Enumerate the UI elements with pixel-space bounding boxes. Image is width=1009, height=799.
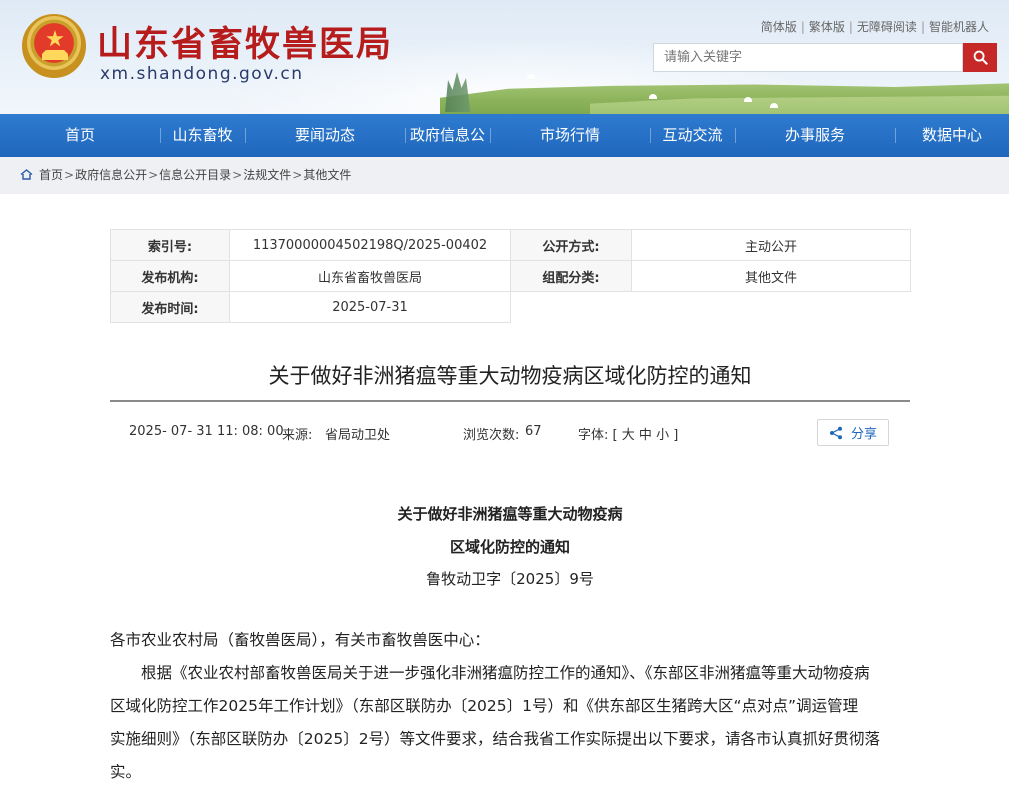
breadcrumb-regulations[interactable]: 法规文件 <box>243 168 291 182</box>
source-label: 来源: <box>282 428 313 443</box>
link-simplified[interactable]: 简体版 <box>761 20 797 34</box>
salutation-text: 各市农业农村局（畜牧兽医局），有关市畜牧兽医中心： <box>110 631 490 649</box>
meta-row: 索引号: 11370000004502198Q/2025-00402 公开方式:… <box>110 229 911 261</box>
article-title: 关于做好非洲猪瘟等重大动物疫病区域化防控的通知 <box>268 364 752 388</box>
link-accessibility[interactable]: 无障碍阅读 <box>857 20 917 34</box>
breadcrumb-other-docs[interactable]: 其他文件 <box>303 168 351 182</box>
body-paragraph: 根据《农业农村部畜牧兽医局关于进一步强化非洲猪瘟防控工作的通知》、《东部区非洲猪… <box>110 657 910 789</box>
document-meta-table: 索引号: 11370000004502198Q/2025-00402 公开方式:… <box>110 229 911 323</box>
nav-item-home[interactable]: 首页 <box>0 114 160 157</box>
top-links: 简体版 | 繁体版 | 无障碍阅读 | 智能机器人 <box>760 20 989 34</box>
meta-empty-cell <box>511 292 911 323</box>
header-yurt <box>770 103 778 108</box>
doc-number: 鲁牧动卫字〔2025〕9号 <box>426 570 594 588</box>
nav-item-news[interactable]: 要闻动态 <box>245 114 405 157</box>
nav-item-interaction[interactable]: 互动交流 <box>650 114 735 157</box>
category-label: 组配分类: <box>510 260 632 292</box>
font-size-small[interactable]: 小 <box>656 428 669 443</box>
font-bracket-close: ] <box>673 428 679 443</box>
body-line: 根据《农业农村部畜牧兽医局关于进一步强化非洲猪瘟防控工作的通知》、《东部区非洲猪… <box>110 664 870 682</box>
font-bracket-open: [ <box>612 428 618 443</box>
search-input[interactable] <box>653 43 963 72</box>
header-yurt <box>649 94 657 99</box>
nav-item-market[interactable]: 市场行情 <box>490 114 650 157</box>
body-line: 区域化防控工作2025年工作计划》（东部区联防办〔2025〕1号）和《供东部区生… <box>110 697 859 715</box>
national-emblem-logo[interactable] <box>22 14 86 78</box>
category-value: 其他文件 <box>631 260 911 292</box>
breadcrumb: 首页>政府信息公开>信息公开目录>法规文件>其他文件 <box>0 157 1009 194</box>
site-title[interactable]: 山东省畜牧兽医局 <box>97 16 393 67</box>
views-count: 67 <box>525 424 542 439</box>
nav-item-services[interactable]: 办事服务 <box>735 114 895 157</box>
index-value: 11370000004502198Q/2025-00402 <box>229 229 511 261</box>
date-label: 发布时间: <box>110 291 230 323</box>
nav-item-shandong-livestock[interactable]: 山东畜牧 <box>160 114 245 157</box>
index-label: 索引号: <box>110 229 230 261</box>
home-icon <box>20 168 33 180</box>
header-yurt <box>744 97 752 102</box>
org-label: 发布机构: <box>110 260 230 292</box>
publish-mode-value: 主动公开 <box>631 229 911 261</box>
salutation: 各市农业农村局（畜牧兽医局），有关市畜牧兽医中心： <box>110 624 910 657</box>
font-size-label: 字体: <box>578 428 609 443</box>
publish-mode-label: 公开方式: <box>510 229 632 261</box>
meta-row: 发布时间: 2025-07-31 <box>110 291 911 323</box>
font-size-control: 字体: [ 大 中 小 ] <box>578 424 678 443</box>
date-value: 2025-07-31 <box>229 291 511 323</box>
doc-title-line1: 关于做好非洲猪瘟等重大动物疫病 <box>397 505 623 523</box>
share-label: 分享 <box>850 427 877 442</box>
nav-item-data-center[interactable]: 数据中心 <box>895 114 1009 157</box>
breadcrumb-gov-info[interactable]: 政府信息公开 <box>75 168 147 182</box>
search-button[interactable] <box>963 43 997 72</box>
org-value: 山东省畜牧兽医局 <box>229 260 511 292</box>
search-icon <box>973 50 988 65</box>
breadcrumb-catalog[interactable]: 信息公开目录 <box>159 168 231 182</box>
share-button[interactable]: 分享 <box>817 419 889 446</box>
doc-title-line2: 区域化防控的通知 <box>449 538 570 556</box>
source-value: 省局动卫处 <box>325 428 391 443</box>
body-line: 实。 <box>110 763 142 781</box>
link-traditional[interactable]: 繁体版 <box>809 20 845 34</box>
font-size-medium[interactable]: 中 <box>639 428 652 443</box>
share-icon <box>829 426 842 439</box>
main-nav: 首页 山东畜牧 要闻动态 政府信息公开 市场行情 互动交流 办事服务 数据中心 <box>0 114 1009 187</box>
site-domain: xm.shandong.gov.cn <box>100 64 304 84</box>
title-divider <box>110 400 910 402</box>
views-label: 浏览次数: <box>463 428 520 443</box>
nav-item-gov-info[interactable]: 政府信息公开 <box>405 114 490 187</box>
font-size-large[interactable]: 大 <box>622 428 635 443</box>
article-datetime: 2025- 07- 31 11: 08: 00 <box>129 424 284 439</box>
body-line: 实施细则》（东部区联防办〔2025〕2号）等文件要求，结合我省工作实际提出以下要… <box>110 730 881 748</box>
header-yurt <box>527 74 535 79</box>
link-robot[interactable]: 智能机器人 <box>929 20 989 34</box>
breadcrumb-home[interactable]: 首页 <box>39 168 63 182</box>
site-header: 山东省畜牧兽医局 xm.shandong.gov.cn 简体版 | 繁体版 | 无障碍阅… <box>0 0 1009 114</box>
meta-row: 发布机构: 山东省畜牧兽医局 组配分类: 其他文件 <box>110 260 911 292</box>
